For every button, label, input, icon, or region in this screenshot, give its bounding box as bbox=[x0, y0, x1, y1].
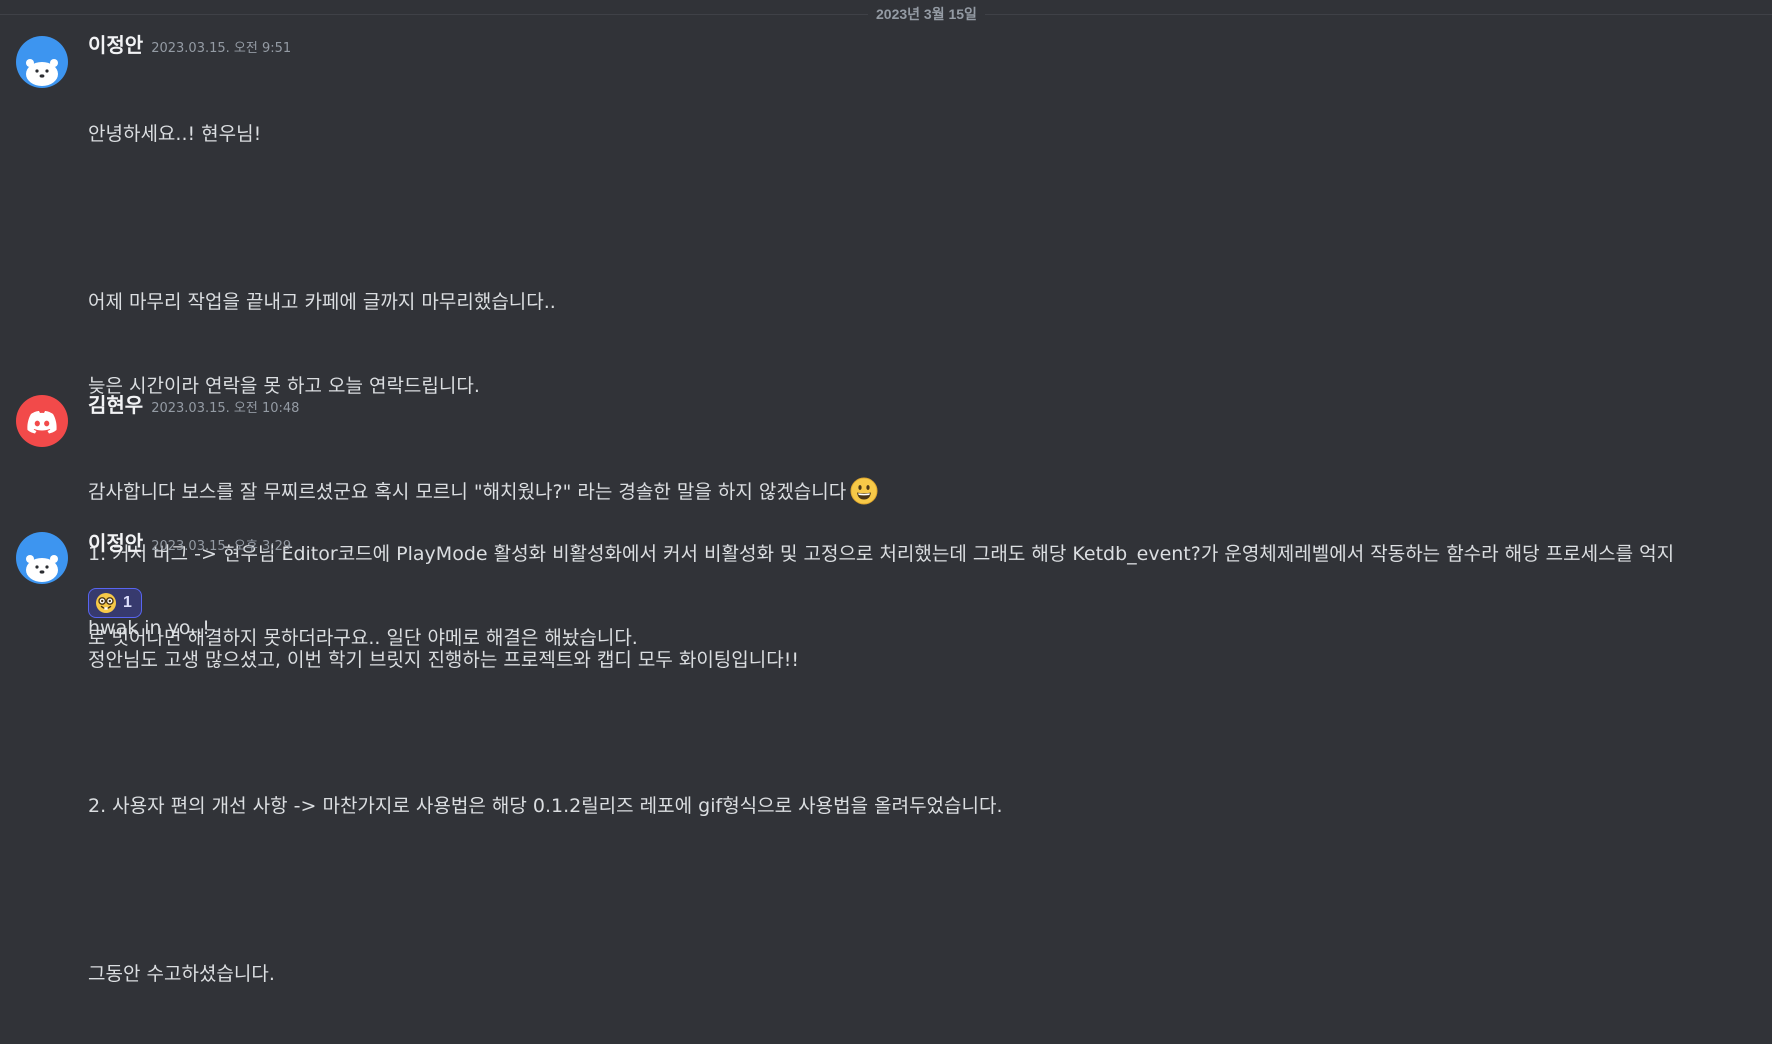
message-line-text: 감사합니다 보스를 잘 무찌르셨군요 혹시 모르니 "해치웠나?" 라는 경솔한… bbox=[88, 481, 847, 503]
message-line: hwak in yo..! bbox=[88, 617, 210, 639]
bear-avatar-icon[interactable] bbox=[16, 36, 68, 88]
bear-avatar-icon[interactable] bbox=[16, 532, 68, 584]
nerd-face-emoji-icon bbox=[95, 592, 117, 614]
grinning-face-emoji-icon bbox=[850, 477, 878, 505]
message-line: 안녕하세요..! 현우님! bbox=[88, 123, 262, 145]
reaction-count: 1 bbox=[123, 594, 132, 611]
message-line: 감사합니다 보스를 잘 무찌르셨군요 혹시 모르니 "해치웠나?" 라는 경솔한… bbox=[88, 477, 1772, 506]
timestamp[interactable]: 2023.03.15. 오전 9:51 bbox=[151, 41, 291, 56]
message-line: 2. 사용자 편의 개선 사항 -> 마찬가지로 사용법은 해당 0.1.2릴리… bbox=[88, 795, 1003, 817]
username[interactable]: 김현우 bbox=[88, 393, 143, 417]
message-line: 늦은 시간이라 연락을 못 하고 오늘 연락드립니다. bbox=[88, 375, 480, 397]
message-line bbox=[88, 204, 1772, 232]
discord-logo-icon[interactable] bbox=[16, 395, 68, 447]
message-line bbox=[88, 876, 1772, 904]
message-content: hwak in yo..! bbox=[88, 558, 1772, 698]
username[interactable]: 이정안 bbox=[88, 33, 143, 57]
message-line: 어제 마무리 작업을 끝내고 카페에 글까지 마무리했습니다.. bbox=[88, 291, 556, 313]
timestamp[interactable]: 2023.03.15. 오후 3:29 bbox=[151, 539, 291, 554]
message-line: 그동안 수고하셨습니다. bbox=[88, 963, 275, 985]
reaction-button[interactable]: 1 bbox=[88, 588, 142, 618]
timestamp[interactable]: 2023.03.15. 오전 10:48 bbox=[151, 401, 299, 416]
date-divider-label: 2023년 3월 15일 bbox=[868, 4, 985, 24]
username[interactable]: 이정안 bbox=[88, 531, 143, 555]
